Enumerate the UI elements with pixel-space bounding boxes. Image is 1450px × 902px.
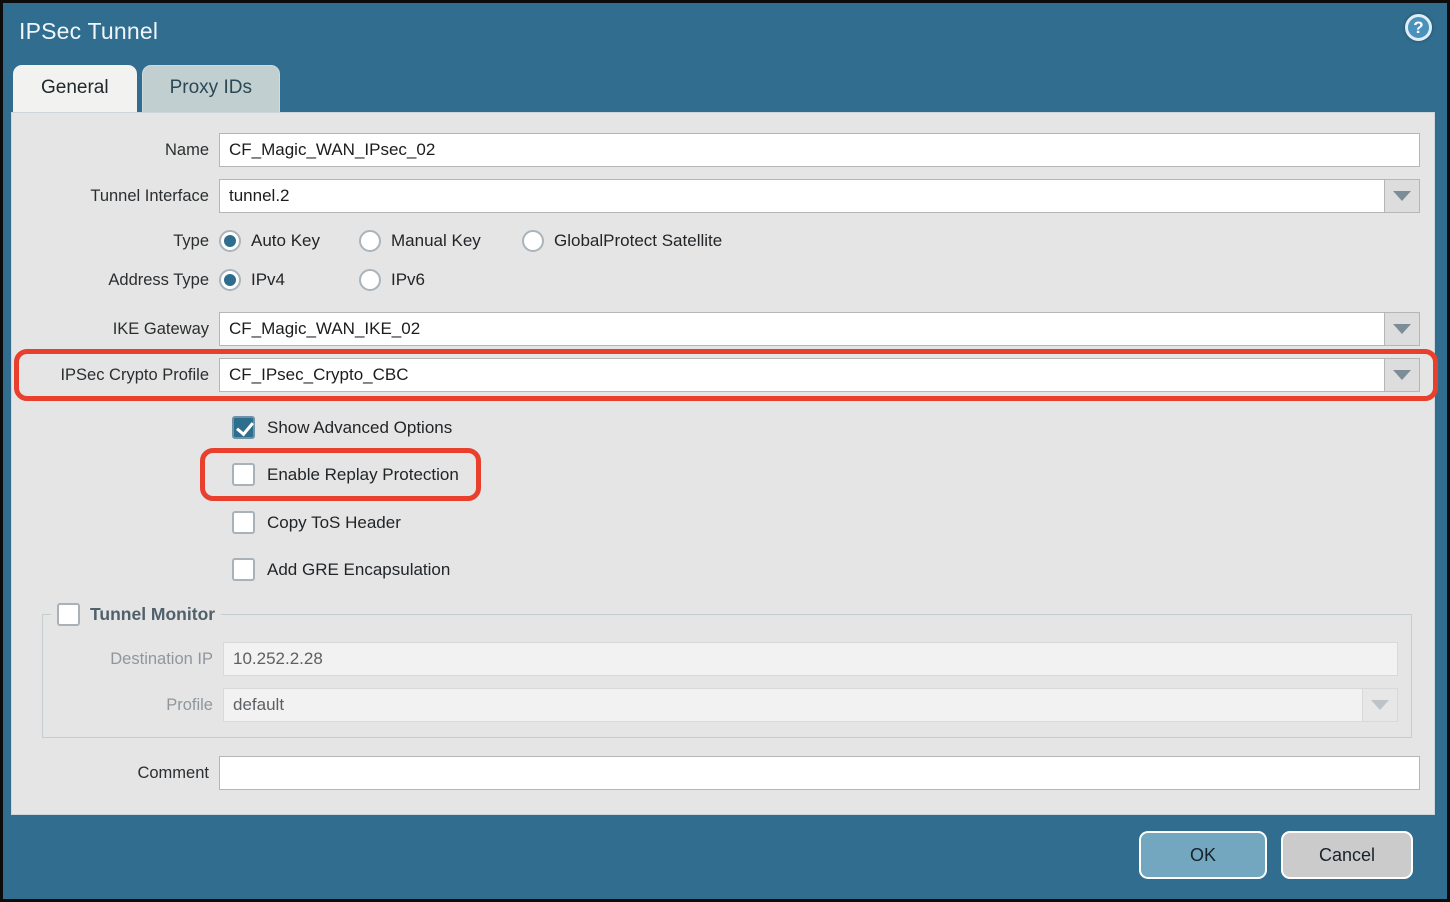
profile-dropdown-button [1363, 688, 1398, 722]
copy-tos-header-checkbox[interactable]: Copy ToS Header [232, 511, 401, 534]
checkbox-icon [232, 511, 255, 534]
type-row: Type Auto Key Manual Key GlobalProtect S… [12, 230, 1434, 252]
radio-icon [219, 230, 241, 252]
dialog-titlebar: IPSec Tunnel ? [3, 3, 1447, 65]
destination-ip-row: Destination IP [43, 642, 1411, 676]
tab-general-label: General [41, 77, 109, 98]
help-icon[interactable]: ? [1405, 14, 1432, 41]
ike-gateway-dropdown-button[interactable] [1385, 312, 1420, 346]
show-advanced-options-checkbox[interactable]: Show Advanced Options [232, 416, 452, 439]
general-tab-panel: Name Tunnel Interface Type Auto Key [11, 112, 1435, 815]
checkbox-checked-icon [232, 416, 255, 439]
type-label: Type [12, 232, 219, 251]
type-radio-group: Auto Key Manual Key GlobalProtect Satell… [219, 230, 750, 252]
radio-icon [359, 230, 381, 252]
checkbox-icon [232, 558, 255, 581]
dialog-title: IPSec Tunnel [19, 18, 158, 44]
chevron-down-icon [1371, 700, 1389, 710]
ike-gateway-input[interactable] [219, 312, 1385, 346]
name-input[interactable] [219, 133, 1420, 167]
comment-row: Comment [12, 756, 1434, 790]
tunnel-monitor-checkbox[interactable] [57, 603, 80, 626]
profile-label: Profile [43, 696, 223, 715]
destination-ip-input [223, 642, 1398, 676]
address-type-label: Address Type [12, 271, 219, 290]
ike-gateway-row: IKE Gateway [12, 312, 1434, 346]
tunnel-interface-label: Tunnel Interface [12, 187, 219, 206]
tab-bar: General Proxy IDs [3, 65, 1447, 112]
checkbox-icon [232, 463, 255, 486]
add-gre-encapsulation-checkbox[interactable]: Add GRE Encapsulation [232, 558, 450, 581]
ok-button[interactable]: OK [1139, 831, 1267, 879]
tab-proxy-ids-label: Proxy IDs [170, 77, 252, 98]
chevron-down-icon [1393, 370, 1411, 380]
type-option-manual-key[interactable]: Manual Key [359, 230, 522, 252]
radio-icon [359, 269, 381, 291]
enable-replay-protection-row: Enable Replay Protection [232, 461, 1434, 488]
address-type-radio-group: IPv4 IPv6 [219, 269, 453, 291]
radio-icon [522, 230, 544, 252]
ike-gateway-label: IKE Gateway [12, 320, 219, 339]
ipsec-crypto-profile-label: IPSec Crypto Profile [12, 366, 219, 385]
ipsec-crypto-profile-dropdown-button[interactable] [1385, 358, 1420, 392]
ipsec-tunnel-dialog: IPSec Tunnel ? General Proxy IDs Name Tu… [0, 0, 1450, 902]
tab-general[interactable]: General [13, 65, 137, 112]
cancel-button[interactable]: Cancel [1281, 831, 1413, 879]
name-row: Name [12, 133, 1434, 167]
ipsec-crypto-profile-input[interactable] [219, 358, 1385, 392]
comment-label: Comment [12, 764, 219, 783]
chevron-down-icon [1393, 191, 1411, 201]
address-type-option-ipv6[interactable]: IPv6 [359, 269, 425, 291]
show-advanced-options-row: Show Advanced Options [232, 414, 1434, 441]
radio-icon [219, 269, 241, 291]
address-type-row: Address Type IPv4 IPv6 [12, 269, 1434, 291]
tunnel-interface-input[interactable] [219, 179, 1385, 213]
chevron-down-icon [1393, 324, 1411, 334]
type-option-auto-key[interactable]: Auto Key [219, 230, 359, 252]
ipsec-crypto-profile-row: IPSec Crypto Profile [12, 358, 1434, 392]
type-option-globalprotect-satellite[interactable]: GlobalProtect Satellite [522, 230, 722, 252]
checkbox-icon [57, 603, 80, 626]
tab-proxy-ids[interactable]: Proxy IDs [142, 65, 280, 112]
tunnel-interface-dropdown-button[interactable] [1385, 179, 1420, 213]
tunnel-monitor-label: Tunnel Monitor [90, 604, 215, 625]
dialog-footer: OK Cancel [3, 815, 1447, 899]
add-gre-encapsulation-row: Add GRE Encapsulation [232, 556, 1434, 583]
tunnel-monitor-group: Tunnel Monitor Destination IP Profile [42, 603, 1412, 738]
copy-tos-header-row: Copy ToS Header [232, 509, 1434, 536]
name-label: Name [12, 141, 219, 160]
comment-input[interactable] [219, 756, 1420, 790]
enable-replay-protection-checkbox[interactable]: Enable Replay Protection [232, 463, 459, 486]
address-type-option-ipv4[interactable]: IPv4 [219, 269, 359, 291]
destination-ip-label: Destination IP [43, 650, 223, 669]
profile-row: Profile [43, 688, 1411, 722]
tunnel-interface-row: Tunnel Interface [12, 179, 1434, 213]
profile-input [223, 688, 1363, 722]
